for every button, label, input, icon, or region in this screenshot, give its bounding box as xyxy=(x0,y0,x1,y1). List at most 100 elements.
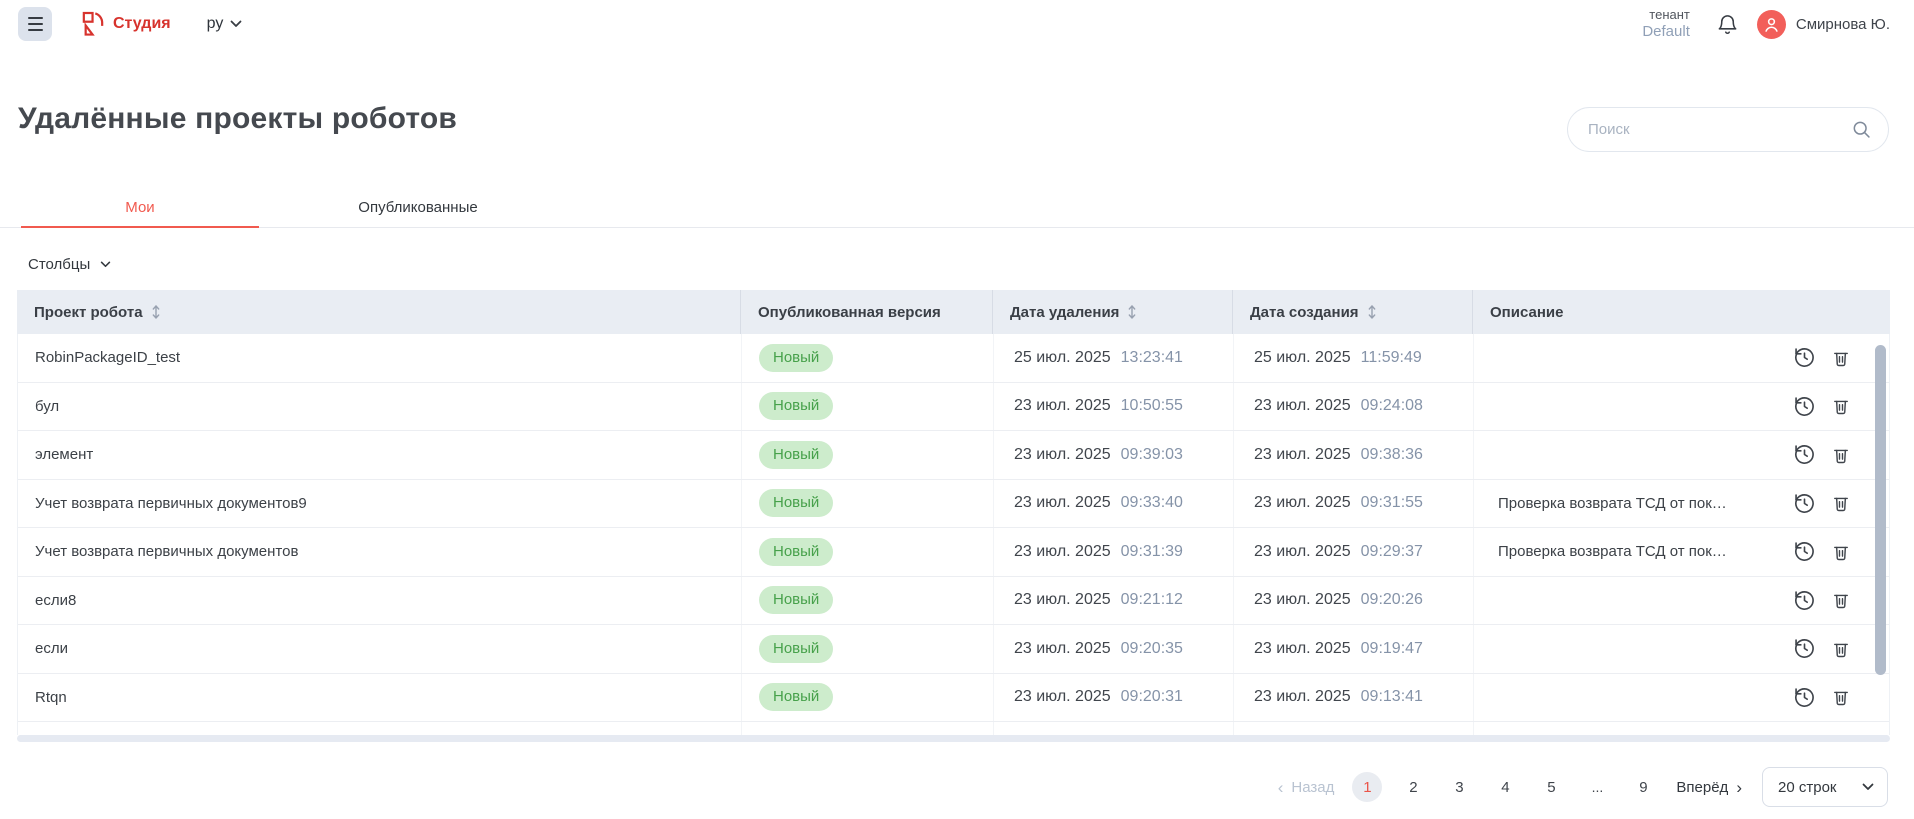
pagination-page[interactable]: 9 xyxy=(1628,772,1658,802)
deleted-projects-table: Проект робота Опубликованная версия Дата… xyxy=(17,290,1890,742)
tenant-switcher[interactable]: тенант Default xyxy=(1642,7,1690,42)
restore-button[interactable] xyxy=(1793,395,1816,418)
status-badge: Новый xyxy=(759,392,833,420)
pagination-pages: 12345... 9 xyxy=(1352,772,1658,802)
pagination-ellipsis: ... xyxy=(1582,772,1612,802)
published-version-cell: Новый xyxy=(742,334,994,382)
table-header-created[interactable]: Дата создания xyxy=(1233,290,1473,334)
restore-button[interactable] xyxy=(1793,346,1816,369)
pagination-page[interactable]: 3 xyxy=(1444,772,1474,802)
pagination-page[interactable]: 2 xyxy=(1398,772,1428,802)
created-date-cell: 23 июл. 202509:29:37 xyxy=(1234,528,1474,576)
restore-button[interactable] xyxy=(1793,637,1816,660)
row-actions xyxy=(1793,540,1851,563)
row-actions xyxy=(1793,492,1851,515)
delete-button[interactable] xyxy=(1831,492,1851,514)
project-name: элемент xyxy=(35,446,93,463)
deleted-date: 23 июл. 2025 xyxy=(1014,446,1111,464)
delete-button[interactable] xyxy=(1831,541,1851,563)
restore-button[interactable] xyxy=(1793,443,1816,466)
pagination-page[interactable]: 4 xyxy=(1490,772,1520,802)
deleted-date: 23 июл. 2025 xyxy=(1014,688,1111,706)
brand[interactable]: Студия xyxy=(82,11,171,37)
created-date-cell: 23 июл. 202509:24:08 xyxy=(1234,383,1474,431)
row-actions xyxy=(1793,443,1851,466)
deleted-time: 13:23:41 xyxy=(1121,349,1183,367)
search-input[interactable] xyxy=(1588,121,1851,138)
pagination-back-button[interactable]: ‹ Назад xyxy=(1278,779,1335,796)
created-time: 09:31:55 xyxy=(1361,494,1423,512)
restore-icon xyxy=(1793,395,1816,418)
rows-per-page-select[interactable]: 20 строк xyxy=(1762,767,1888,807)
user-avatar-icon xyxy=(1762,15,1781,34)
created-date-cell: 25 июл. 202511:59:49 xyxy=(1234,334,1474,382)
tab-published-label: Опубликованные xyxy=(358,199,477,216)
project-name: Учет возврата первичных документов xyxy=(35,543,298,560)
trash-icon xyxy=(1831,395,1851,417)
deleted-date: 23 июл. 2025 xyxy=(1014,494,1111,512)
table-header-name[interactable]: Проект робота xyxy=(17,290,741,334)
user-name[interactable]: Смирнова Ю. xyxy=(1796,16,1890,33)
delete-button[interactable] xyxy=(1831,589,1851,611)
deleted-time: 09:31:39 xyxy=(1121,543,1183,561)
deleted-date-cell: 25 июл. 2025 13:23:41 xyxy=(994,334,1234,382)
delete-button[interactable] xyxy=(1831,686,1851,708)
table-cell xyxy=(18,722,742,735)
published-version-cell: Новый xyxy=(742,625,994,673)
pagination: ‹ Назад 12345... 9 Вперёд › 20 строк xyxy=(1278,766,1888,808)
deleted-time: 09:33:40 xyxy=(1121,494,1183,512)
restore-button[interactable] xyxy=(1793,589,1816,612)
pagination-forward-button[interactable]: Вперёд › xyxy=(1676,779,1742,796)
delete-button[interactable] xyxy=(1831,444,1851,466)
user-avatar[interactable] xyxy=(1757,10,1786,39)
delete-button[interactable] xyxy=(1831,347,1851,369)
pagination-forward-label: Вперёд xyxy=(1676,779,1728,796)
created-date: 23 июл. 2025 xyxy=(1254,446,1351,464)
trash-icon xyxy=(1831,686,1851,708)
deleted-time: 10:50:55 xyxy=(1121,397,1183,415)
table-row: Rtqn Новый 23 июл. 202509:20:31 23 июл. … xyxy=(18,674,1889,723)
description-cell xyxy=(1474,383,1889,431)
table-cell xyxy=(742,722,994,735)
project-name-cell: RobinPackageID_test xyxy=(18,334,742,382)
horizontal-scrollbar[interactable] xyxy=(17,735,1890,742)
delete-button[interactable] xyxy=(1831,638,1851,660)
status-badge: Новый xyxy=(759,586,833,614)
tab-my[interactable]: Мои xyxy=(21,188,259,227)
created-date-cell: 23 июл. 202509:13:41 xyxy=(1234,674,1474,722)
vertical-scrollbar-thumb[interactable] xyxy=(1875,345,1886,675)
columns-button[interactable]: Столбцы xyxy=(28,256,111,273)
search-icon[interactable] xyxy=(1851,119,1872,140)
pagination-page[interactable]: 1 xyxy=(1352,772,1382,802)
trash-icon xyxy=(1831,541,1851,563)
table-header-deleted[interactable]: Дата удаления xyxy=(993,290,1233,334)
delete-button[interactable] xyxy=(1831,395,1851,417)
deleted-date: 25 июл. 2025 xyxy=(1014,349,1111,367)
menu-button[interactable] xyxy=(18,7,52,41)
tab-published[interactable]: Опубликованные xyxy=(259,188,577,227)
pagination-page[interactable]: 5 xyxy=(1536,772,1566,802)
deleted-date-cell: 23 июл. 202509:31:39 xyxy=(994,528,1234,576)
restore-button[interactable] xyxy=(1793,540,1816,563)
project-name: бул xyxy=(35,398,59,415)
restore-icon xyxy=(1793,686,1816,709)
published-version-cell: Новый xyxy=(742,674,994,722)
restore-button[interactable] xyxy=(1793,492,1816,515)
notifications-button[interactable] xyxy=(1716,12,1739,37)
deleted-time: 09:20:31 xyxy=(1121,688,1183,706)
created-date: 23 июл. 2025 xyxy=(1254,494,1351,512)
tab-my-label: Мои xyxy=(125,199,154,216)
created-time: 09:24:08 xyxy=(1361,397,1423,415)
table-cell xyxy=(1234,722,1474,735)
sort-icon xyxy=(1127,304,1137,320)
language-switcher[interactable]: ру xyxy=(207,15,243,33)
created-date-cell: 23 июл. 2025 09:31:55 xyxy=(1234,480,1474,528)
description-cell xyxy=(1474,577,1889,625)
restore-button[interactable] xyxy=(1793,686,1816,709)
published-version-cell: Новый xyxy=(742,480,994,528)
deleted-date: 23 июл. 2025 xyxy=(1014,397,1111,415)
status-badge: Новый xyxy=(759,538,833,566)
trash-icon xyxy=(1831,492,1851,514)
description-cell xyxy=(1474,431,1889,479)
table-header-label: Опубликованная версия xyxy=(758,304,941,321)
